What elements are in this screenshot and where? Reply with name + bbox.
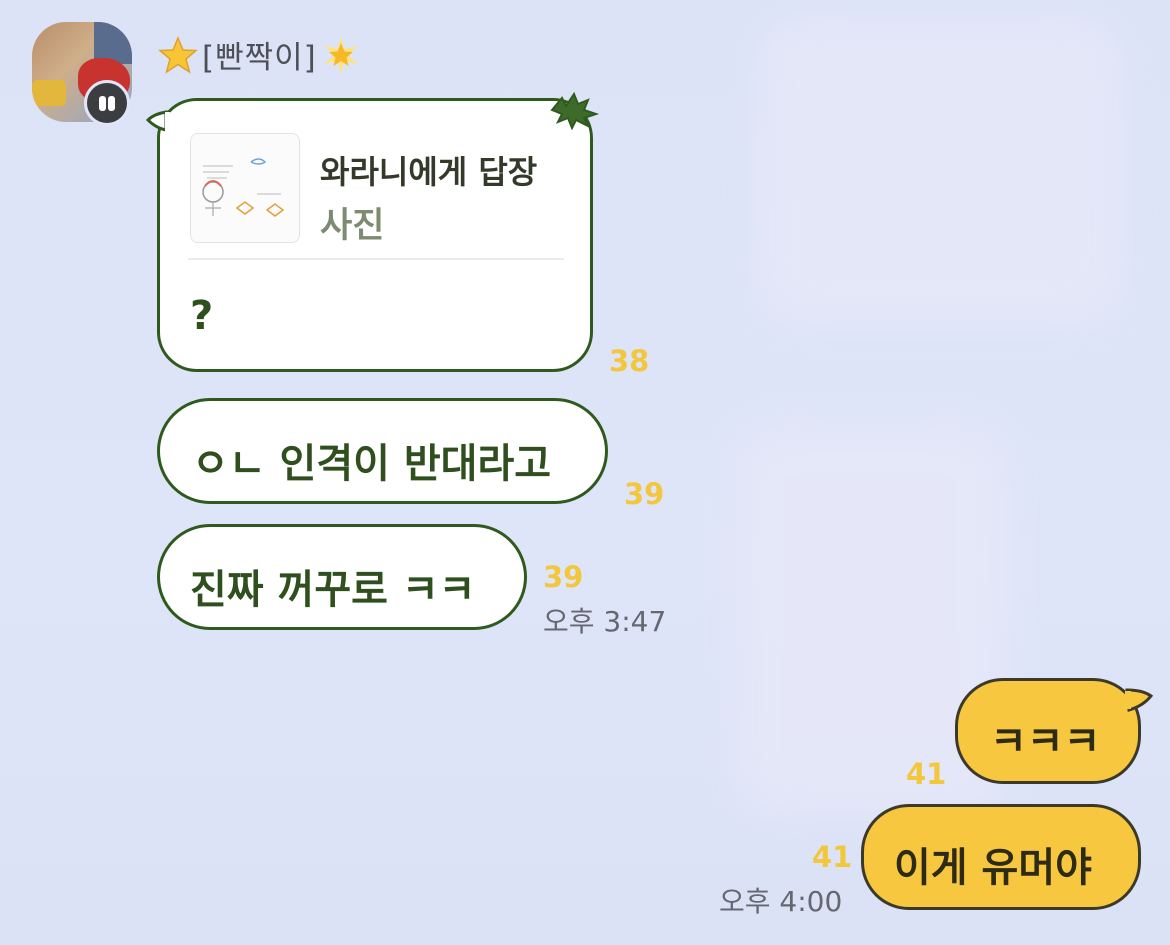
message-bubble-mine[interactable]: ㅋㅋㅋ <box>955 678 1141 784</box>
sender-name: [빤짝이] <box>202 40 317 76</box>
reply-divider <box>188 258 564 260</box>
profile-badge-icon <box>84 80 130 126</box>
avatar-art-radio <box>32 80 66 106</box>
leaf-decoration-icon <box>550 91 600 130</box>
message-text: 진짜 꺼꾸로 ㅋㅋ <box>190 567 476 613</box>
background-blob <box>760 20 1120 320</box>
reply-to-label: 와라니에게 답장 <box>320 153 538 191</box>
bubble-tail-icon <box>146 110 170 132</box>
message-timestamp: 오후 3:47 <box>543 605 667 638</box>
message-timestamp: 오후 4:00 <box>719 885 843 918</box>
sketch-image <box>202 158 285 217</box>
message-bubble-reply[interactable]: 와라니에게 답장 사진 ? <box>157 98 593 372</box>
message-text: 이게 유머야 <box>894 845 1092 891</box>
unread-count: 41 <box>906 757 947 791</box>
reply-photo-thumbnail[interactable] <box>190 133 300 243</box>
glowing-star-icon <box>323 35 358 74</box>
bubble-tail-icon <box>1125 688 1153 712</box>
message-bubble[interactable]: ㅇㄴ 인격이 반대라고 <box>157 398 608 504</box>
message-text: ㅋㅋㅋ <box>990 719 1101 765</box>
message-bubble[interactable]: 진짜 꺼꾸로 ㅋㅋ <box>157 524 527 630</box>
unread-count: 39 <box>624 477 665 511</box>
sender-name-row: [빤짝이] <box>158 32 361 77</box>
message-text: ㅇㄴ 인격이 반대라고 <box>192 441 552 487</box>
unread-count: 38 <box>609 344 650 378</box>
unread-count: 39 <box>543 560 584 594</box>
message-text: ? <box>190 293 214 339</box>
star-icon <box>158 35 198 74</box>
message-bubble-mine[interactable]: 이게 유머야 <box>861 804 1141 910</box>
unread-count: 41 <box>812 840 853 874</box>
reply-type-label: 사진 <box>320 206 385 246</box>
